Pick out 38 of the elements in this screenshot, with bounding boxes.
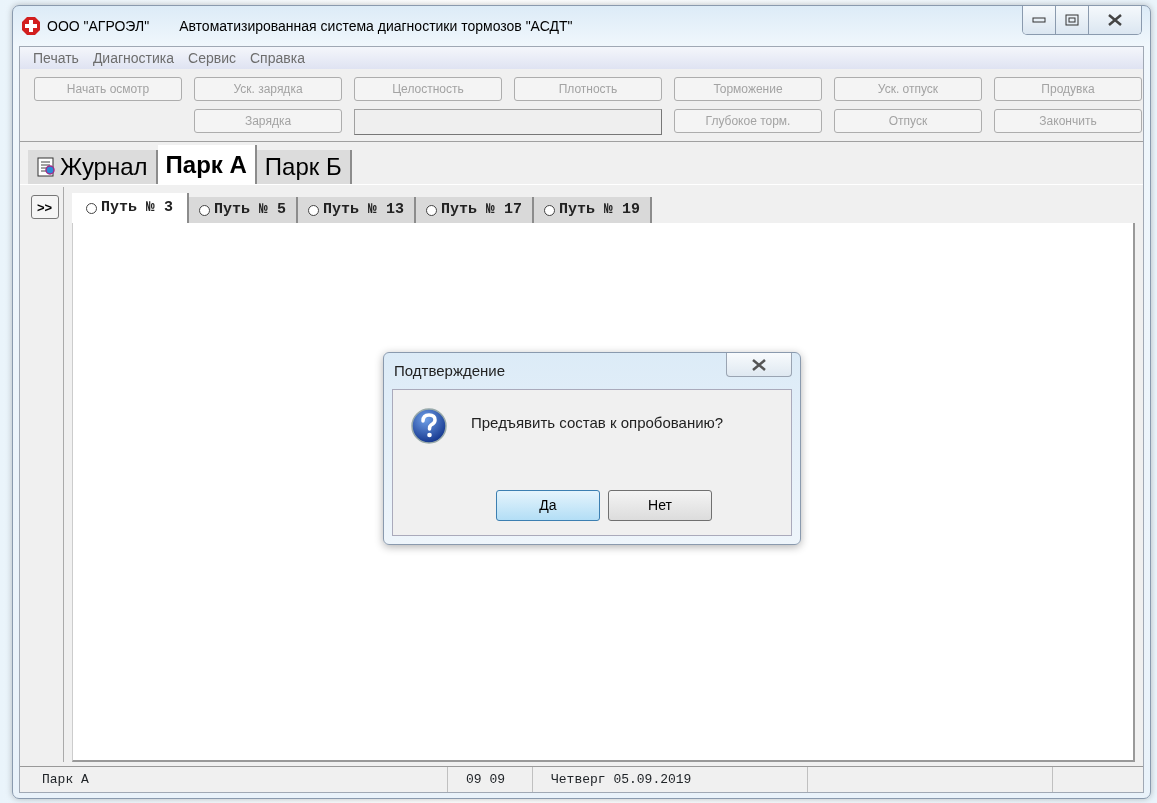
status-text: Четверг 05.09.2019	[551, 770, 692, 789]
status-text: Парк А	[42, 770, 89, 789]
status-text: 09 09	[466, 770, 505, 789]
dialog-button[interactable]: Да	[496, 490, 600, 521]
park-tab[interactable]: Журнал	[28, 150, 158, 184]
menu-item[interactable]: Диагностика	[85, 47, 182, 69]
question-icon	[411, 408, 447, 444]
close-icon	[750, 358, 768, 371]
minimize-icon	[1032, 17, 1046, 23]
park-tab[interactable]: Парк А	[157, 145, 257, 184]
radio-icon	[199, 204, 210, 216]
track-tab[interactable]: Путь № 13	[298, 197, 417, 223]
radio-icon	[544, 204, 556, 216]
dialog-button[interactable]: Нет	[608, 490, 712, 521]
restore-icon	[1065, 14, 1079, 26]
track-tab[interactable]: Путь № 17	[416, 197, 535, 223]
park-tab[interactable]: Парк Б	[256, 150, 352, 184]
radio-icon	[308, 204, 320, 216]
app-name: ООО "АГРОЭЛ"	[47, 16, 150, 36]
minimize-button[interactable]	[1023, 6, 1056, 34]
window-title: Автоматизированная система диагностики тормозов "АСДТ"	[179, 16, 573, 36]
app-logo-icon	[21, 16, 41, 36]
maximize-button[interactable]	[1056, 6, 1089, 34]
track-tab[interactable]: Путь № 5	[189, 197, 299, 223]
close-icon	[1107, 14, 1123, 26]
radio-icon	[86, 202, 97, 214]
menu-item[interactable]: Печать	[26, 47, 86, 69]
track-tab[interactable]: Путь № 19	[534, 197, 653, 223]
menu-item[interactable]: Справка	[243, 47, 312, 69]
expand-button[interactable]: >>	[30, 195, 59, 219]
track-tab[interactable]: Путь № 3	[72, 193, 189, 223]
dialog-title: Подтверждение	[394, 360, 506, 381]
input-field[interactable]	[354, 109, 662, 135]
close-button[interactable]	[1089, 6, 1141, 34]
menu-item[interactable]: Сервис	[181, 47, 243, 69]
dialog-message: Предъявить состав к опробованию?	[471, 413, 724, 433]
radio-icon	[426, 204, 438, 216]
close-button[interactable]	[726, 353, 792, 377]
